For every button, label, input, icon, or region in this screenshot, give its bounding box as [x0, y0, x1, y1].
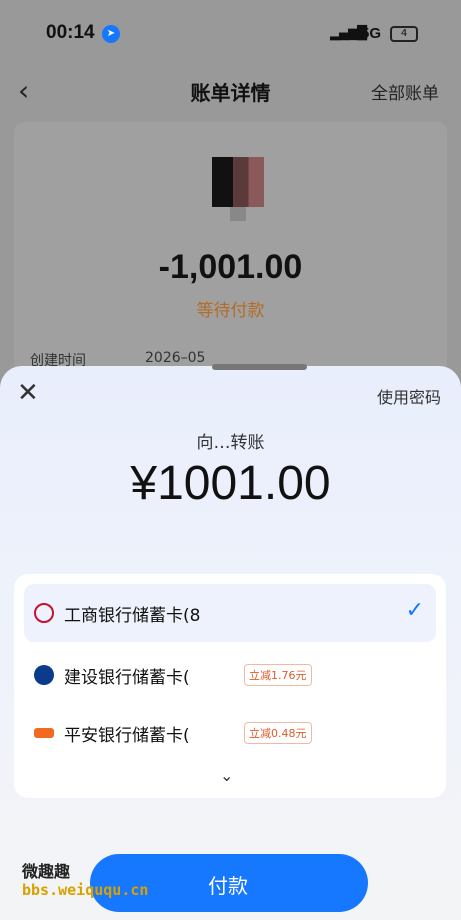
- payment-amount: ¥1001.00: [130, 457, 331, 510]
- chevron-down-icon[interactable]: ⌄: [220, 766, 233, 785]
- promo-badge: 立减1.76元: [244, 664, 312, 686]
- close-icon[interactable]: ✕: [17, 378, 39, 408]
- promo-badge: 立减0.48元: [244, 722, 312, 744]
- location-icon: ➤: [102, 25, 120, 43]
- sheet-handle: [212, 364, 307, 370]
- nav-bar: ‹ 账单详情 全部账单: [0, 70, 461, 110]
- battery-icon: 4: [390, 26, 418, 42]
- created-value: 2026–05: [145, 350, 206, 366]
- watermark-logo: 微趣趣: [22, 862, 71, 881]
- watermark-url: bbs.weiququ.cn: [22, 881, 149, 899]
- card-name: 平安银行储蓄卡(: [64, 726, 190, 746]
- selected-check-icon: ✓: [405, 598, 424, 623]
- pay-button-label: 付款: [208, 874, 248, 898]
- card-name: 建设银行储蓄卡(: [64, 668, 190, 688]
- network-label: 5G: [361, 25, 382, 42]
- bill-status: 等待付款: [196, 301, 265, 321]
- bill-amount: -1,001.00: [158, 248, 303, 286]
- icbc-icon: [34, 603, 54, 623]
- merchant-name-redacted: [150, 222, 310, 236]
- payment-method-list: 工商银行储蓄卡(8 ✓ 建设银行储蓄卡( 立减1.76元 平安银行储蓄卡( 立减…: [14, 574, 446, 798]
- card-option-icbc[interactable]: 工商银行储蓄卡(8 ✓: [24, 584, 436, 642]
- payee-label: 向…转账: [196, 433, 265, 453]
- merchant-avatar: [212, 157, 264, 207]
- avatar-pixel: [230, 207, 246, 221]
- all-bills-link[interactable]: 全部账单: [371, 79, 439, 104]
- status-time: 00:14: [46, 22, 95, 43]
- ccb-icon: [34, 665, 54, 685]
- pingan-icon: [34, 728, 54, 738]
- payment-sheet: ✕ 使用密码 向…转账 ¥1001.00 工商银行储蓄卡(8 ✓ 建设银行储蓄卡…: [0, 364, 461, 920]
- card-name: 工商银行储蓄卡(8: [64, 606, 201, 626]
- card-option-pingan[interactable]: 平安银行储蓄卡( 立减0.48元: [24, 704, 436, 762]
- use-password-button[interactable]: 使用密码: [377, 384, 441, 408]
- card-option-ccb[interactable]: 建设银行储蓄卡( 立减1.76元: [24, 646, 436, 704]
- status-bar: 00:14 ➤ ▂▄▆█ 5G 4: [0, 0, 461, 70]
